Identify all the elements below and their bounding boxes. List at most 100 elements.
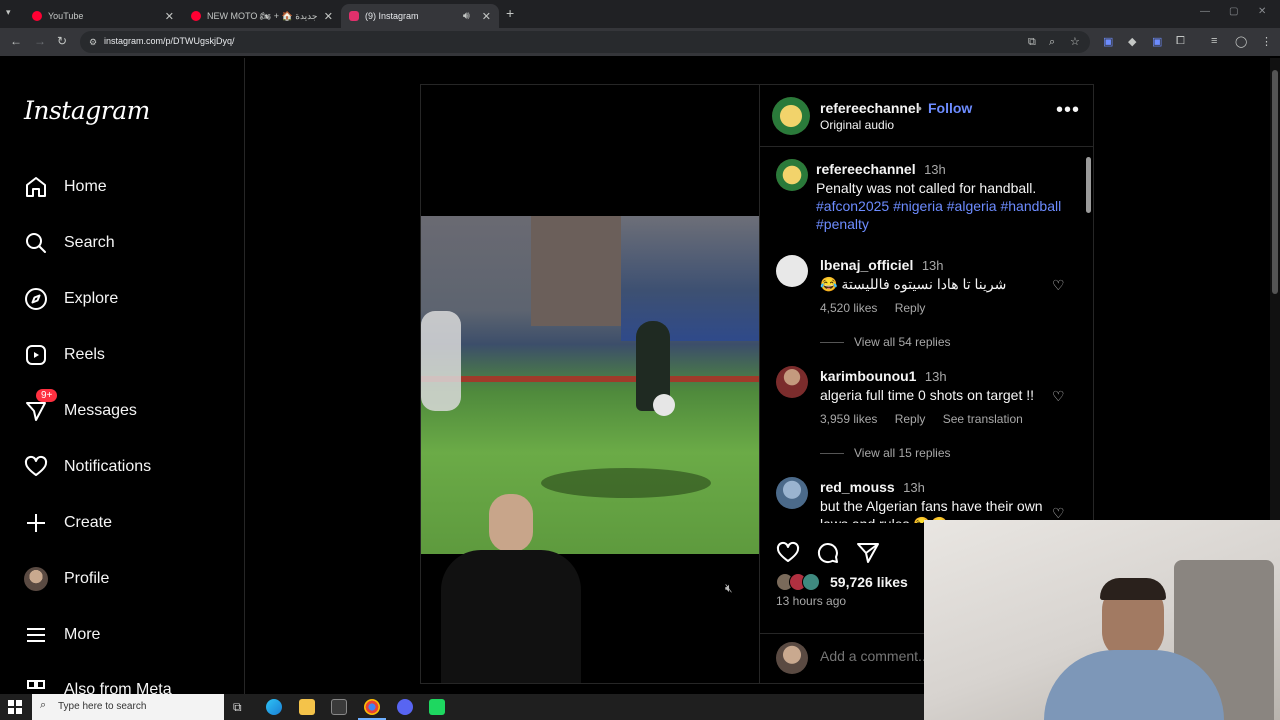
caption-hashtags[interactable]: #afcon2025 #nigeria #algeria #handball #… xyxy=(816,197,1078,233)
current-user-avatar[interactable] xyxy=(776,642,808,674)
url-text[interactable]: instagram.com/p/DTWUgskjDyq/ xyxy=(104,36,235,46)
comment-username[interactable]: red_mouss xyxy=(820,479,895,495)
close-tab-icon[interactable]: ✕ xyxy=(324,10,333,23)
extension-translate-icon[interactable]: ▣ xyxy=(1103,35,1113,48)
task-view-icon[interactable]: ⧉ xyxy=(233,700,242,715)
nav-item-notifications[interactable]: Notifications xyxy=(24,447,234,487)
new-tab-button[interactable]: + xyxy=(506,5,514,21)
nav-item-also-from-meta[interactable]: Also from Meta xyxy=(24,671,234,694)
site-info-icon[interactable]: ⚙ xyxy=(89,37,97,48)
webcam-overlay xyxy=(924,520,1280,720)
tab-new-moto[interactable]: NEW MOTO 🏍 + 🏠 دار جديدة ✕ xyxy=(183,4,341,28)
maximize-icon[interactable]: ▢ xyxy=(1229,6,1238,17)
see-translation-link[interactable]: See translation xyxy=(943,412,1023,426)
reply-button[interactable]: Reply xyxy=(895,412,926,426)
nav-item-search[interactable]: Search xyxy=(24,223,234,263)
nav-item-explore[interactable]: Explore xyxy=(24,279,234,319)
caption-username[interactable]: refereechannel xyxy=(816,161,916,177)
presenter-head xyxy=(489,494,533,552)
mute-icon[interactable]: 🔇︎ xyxy=(725,581,733,596)
view-replies-label: View all 54 replies xyxy=(854,335,951,349)
file-explorer-icon[interactable] xyxy=(299,699,315,715)
bookmark-star-icon[interactable]: ☆ xyxy=(1070,35,1080,48)
video-building xyxy=(531,216,631,326)
commenter-avatar[interactable] xyxy=(776,366,808,398)
tab-search-icon[interactable]: ▾ xyxy=(6,7,11,18)
comments-scroll-thumb[interactable] xyxy=(1086,157,1091,213)
comment-time: 13h xyxy=(924,369,947,384)
liker-avatar xyxy=(802,573,820,591)
instagram-logo[interactable]: Instagram xyxy=(24,96,150,125)
original-audio-link[interactable]: Original audio xyxy=(820,118,894,132)
share-send-icon[interactable] xyxy=(856,541,880,570)
comment-likes[interactable]: 3,959 likes xyxy=(820,412,877,426)
comment-username[interactable]: lbenaj_officiel xyxy=(820,257,913,273)
comment-like-heart-icon[interactable]: ♡ xyxy=(1052,277,1065,294)
windows-start-icon[interactable] xyxy=(8,700,22,714)
more-options-icon[interactable]: ••• xyxy=(1056,99,1080,122)
post-timestamp[interactable]: 13 hours ago xyxy=(776,594,846,608)
close-window-icon[interactable]: ✕ xyxy=(1258,6,1266,17)
view-replies-label: View all 15 replies xyxy=(854,446,951,460)
tab-audio-icon[interactable]: 🔊︎ xyxy=(463,10,470,23)
media-controls-icon[interactable]: ≡ xyxy=(1211,35,1217,47)
nav-item-reels[interactable]: Reels xyxy=(24,335,234,375)
taskbar-search-box[interactable]: ⌕ Type here to search xyxy=(32,694,224,720)
commenter-avatar[interactable] xyxy=(776,255,808,287)
zoom-icon[interactable]: ⌕ xyxy=(1049,36,1055,49)
address-bar[interactable]: ⚙ instagram.com/p/DTWUgskjDyq/ ⧉ ⌕ ☆ xyxy=(80,31,1090,53)
author-avatar[interactable] xyxy=(772,97,810,135)
edge-icon[interactable] xyxy=(266,699,282,715)
chrome-taskbar-icon[interactable] xyxy=(364,699,380,715)
comment-likes[interactable]: 4,520 likes xyxy=(820,301,877,315)
comments-list[interactable]: refereechannel 13h Penalty was not calle… xyxy=(760,147,1094,523)
close-tab-icon[interactable]: ✕ xyxy=(482,10,491,23)
nav-item-more[interactable]: More xyxy=(24,615,234,655)
author-username[interactable]: refereechannel xyxy=(820,100,920,116)
extensions-puzzle-icon[interactable]: ⧠ xyxy=(1176,35,1185,48)
close-tab-icon[interactable]: ✕ xyxy=(165,10,174,23)
nav-item-home[interactable]: Home xyxy=(24,167,234,207)
chrome-menu-icon[interactable]: ⋮ xyxy=(1261,35,1272,48)
video-shadow xyxy=(541,468,711,498)
forward-icon[interactable]: → xyxy=(34,34,46,48)
video-stands xyxy=(621,216,759,341)
comment-like-heart-icon[interactable]: ♡ xyxy=(1052,388,1065,405)
caption-text: Penalty was not called for handball. xyxy=(816,180,1037,196)
nav-item-messages[interactable]: 9+ Messages xyxy=(24,389,234,431)
view-replies-button[interactable]: View all 54 replies xyxy=(820,335,951,349)
view-replies-button[interactable]: View all 15 replies xyxy=(820,446,951,460)
install-app-icon[interactable]: ⧉ xyxy=(1028,36,1036,49)
back-icon[interactable]: ← xyxy=(10,34,22,48)
tab-youtube[interactable]: YouTube ✕ xyxy=(24,4,182,28)
store-icon[interactable] xyxy=(331,699,347,715)
comment-username[interactable]: karimbounou1 xyxy=(820,368,916,384)
minimize-icon[interactable]: — xyxy=(1200,6,1210,17)
comment-item: red_mouss 13h but the Algerian fans have… xyxy=(820,479,1060,523)
caption-avatar[interactable] xyxy=(776,159,808,191)
discord-icon[interactable] xyxy=(397,699,413,715)
reel-video[interactable]: 🔇︎ xyxy=(421,85,759,683)
tab-instagram[interactable]: (9) Instagram 🔊︎ ✕ xyxy=(341,4,499,28)
nav-item-create[interactable]: Create xyxy=(24,503,234,543)
likes-count[interactable]: 59,726 likes xyxy=(830,574,908,590)
tab-title: (9) Instagram xyxy=(365,11,419,21)
follow-button[interactable]: Follow xyxy=(928,100,972,116)
profile-icon[interactable]: ◯ xyxy=(1235,35,1247,48)
like-heart-icon[interactable] xyxy=(776,541,800,570)
presenter-body xyxy=(441,550,581,683)
app-icon[interactable] xyxy=(429,699,445,715)
commenter-avatar[interactable] xyxy=(776,477,808,509)
extension-box-icon[interactable]: ▣ xyxy=(1152,35,1162,48)
extension-diamond-icon[interactable]: ◆ xyxy=(1128,35,1136,48)
comment-bubble-icon[interactable] xyxy=(816,541,840,570)
comment-item: karimbounou1 13h algeria full time 0 sho… xyxy=(820,368,1060,426)
reply-button[interactable]: Reply xyxy=(895,301,926,315)
meta-icon xyxy=(24,677,48,694)
nav-item-profile[interactable]: Profile xyxy=(24,559,234,599)
comments-scrollbar[interactable] xyxy=(1085,147,1092,523)
liked-by-avatars[interactable] xyxy=(776,573,826,593)
messenger-icon: 9+ xyxy=(24,389,58,423)
reload-icon[interactable]: ↻ xyxy=(57,34,67,48)
page-scroll-thumb[interactable] xyxy=(1272,70,1278,294)
